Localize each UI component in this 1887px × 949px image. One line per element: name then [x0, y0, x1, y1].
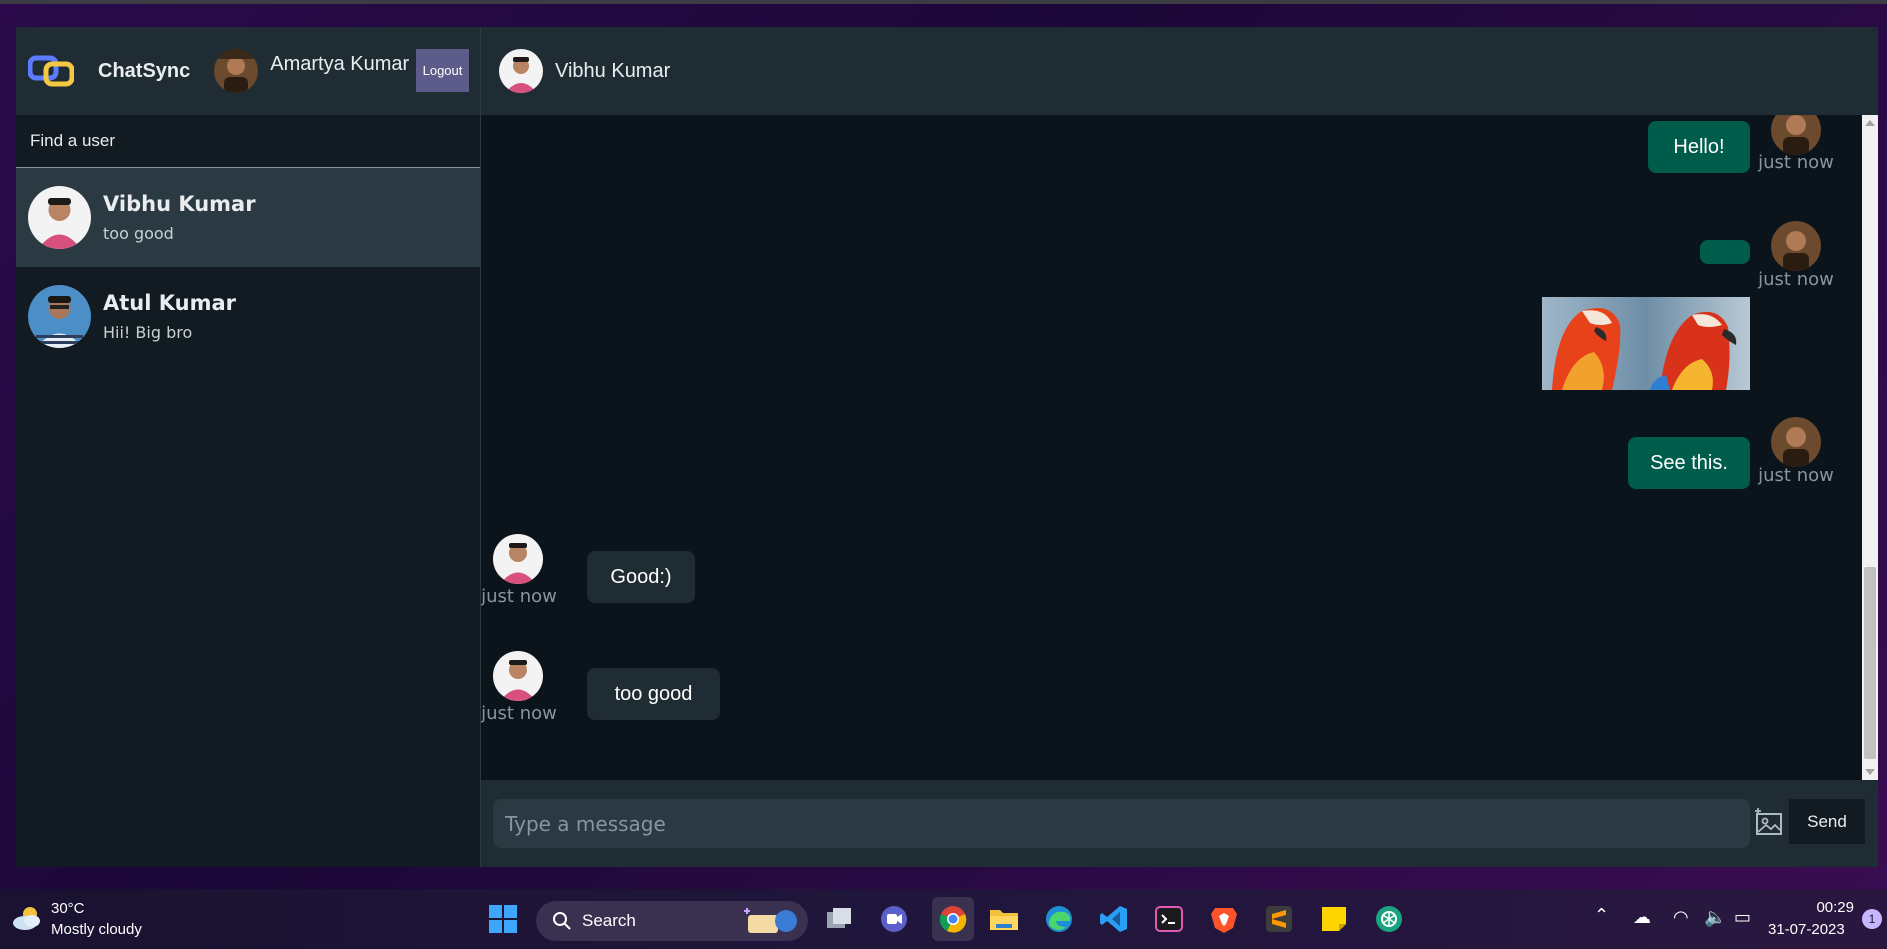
user-avatar [28, 186, 91, 249]
taskbar-search[interactable]: Search [536, 901, 808, 941]
contact-name: Vibhu Kumar [555, 59, 671, 82]
message-scrollbar[interactable] [1862, 115, 1878, 780]
chatgpt-icon[interactable] [1372, 902, 1406, 936]
message-timestamp: just now [481, 586, 557, 607]
message-timestamp: just now [1758, 152, 1834, 173]
message-sender-avatar [1771, 417, 1821, 467]
message-sender-avatar [1771, 115, 1821, 155]
user-last-message: Hii! Big bro [103, 323, 193, 342]
message-sender-avatar [1771, 221, 1821, 271]
file-explorer-icon[interactable] [987, 902, 1021, 936]
current-user-name: Amartya Kumar [270, 52, 410, 75]
teams-meet-icon[interactable] [877, 902, 911, 936]
weather-description[interactable]: Mostly cloudy [51, 921, 142, 938]
task-view-icon[interactable] [822, 902, 856, 936]
attach-image-icon[interactable] [1753, 808, 1785, 838]
onedrive-offline-icon[interactable]: ☁ [1633, 907, 1651, 928]
taskbar-search-label: Search [582, 911, 636, 930]
contact-avatar [499, 49, 543, 93]
user-search-input[interactable] [30, 131, 450, 151]
message-sender-avatar [493, 651, 543, 701]
scroll-up-arrow-icon[interactable] [1865, 120, 1875, 126]
message-timestamp: just now [1758, 465, 1834, 486]
user-last-message: too good [103, 224, 174, 243]
edge-browser-icon[interactable] [1042, 902, 1076, 936]
notification-badge[interactable]: 1 [1862, 909, 1882, 929]
user-list-item-vibhu[interactable]: Vibhu Kumar too good [16, 168, 480, 267]
sublime-text-icon[interactable] [1262, 902, 1296, 936]
message-bubble-outgoing: Hello! [1648, 121, 1750, 173]
scroll-thumb[interactable] [1864, 567, 1876, 759]
message-list[interactable]: Hello! just now just now See this. just … [481, 115, 1878, 780]
scroll-down-arrow-icon[interactable] [1865, 769, 1875, 775]
user-name: Vibhu Kumar [103, 192, 256, 216]
weather-temperature[interactable]: 30°C [51, 900, 85, 917]
sticky-notes-icon[interactable] [1317, 902, 1351, 936]
terminal-icon[interactable] [1152, 902, 1186, 936]
windows-start-icon[interactable] [486, 902, 520, 936]
chrome-icon[interactable] [932, 897, 974, 941]
chatsync-logo-icon [28, 55, 74, 87]
wifi-icon[interactable]: ◠ [1673, 907, 1689, 928]
chat-header: Vibhu Kumar [481, 27, 1878, 115]
chevron-up-icon[interactable]: ⌃ [1594, 905, 1609, 926]
user-name: Atul Kumar [103, 291, 237, 315]
message-bubble-outgoing: See this. [1628, 437, 1750, 489]
search-icon [553, 912, 571, 930]
taskbar-clock-time[interactable]: 00:29 [1768, 899, 1854, 916]
chat-app-window: ChatSync Amartya Kumar Logout Find a use… [16, 27, 1878, 867]
message-input[interactable] [493, 799, 1750, 848]
sidebar-header: ChatSync Amartya Kumar Logout [16, 27, 480, 115]
user-list-item-atul[interactable]: Atul Kumar Hii! Big bro [16, 267, 480, 366]
search-highlight-icon [744, 908, 797, 933]
volume-icon[interactable]: 🔈 [1704, 907, 1726, 928]
message-sender-avatar [493, 534, 543, 584]
message-bubble-incoming: Good:) [587, 551, 695, 603]
weather-cloudy-icon[interactable] [10, 904, 44, 932]
vscode-icon[interactable] [1097, 902, 1131, 936]
message-bubble-outgoing-empty [1700, 240, 1750, 264]
message-timestamp: just now [481, 703, 557, 724]
logout-button[interactable]: Logout [416, 49, 469, 92]
taskbar-clock-date[interactable]: 31-07-2023 [1768, 921, 1854, 938]
browser-top-edge [0, 0, 1887, 4]
message-timestamp: just now [1758, 269, 1834, 290]
battery-icon[interactable]: ▭ [1734, 907, 1751, 928]
user-search-bar [16, 115, 480, 168]
message-bubble-incoming: too good [587, 668, 720, 720]
user-avatar [28, 285, 91, 348]
brave-browser-icon[interactable] [1207, 902, 1241, 936]
sidebar: ChatSync Amartya Kumar Logout Find a use… [16, 27, 481, 867]
current-user-avatar [214, 49, 259, 93]
message-composer: Send [481, 780, 1878, 867]
chat-pane: Vibhu Kumar Hello! just now just now See… [481, 27, 1878, 867]
message-image-parrots[interactable] [1542, 297, 1750, 390]
send-button[interactable]: Send [1789, 799, 1865, 844]
brand-name: ChatSync [98, 59, 191, 82]
windows-taskbar: 30°C Mostly cloudy Search ⌃ ☁ ◠ 🔈 ▭ 00:2… [0, 889, 1887, 949]
